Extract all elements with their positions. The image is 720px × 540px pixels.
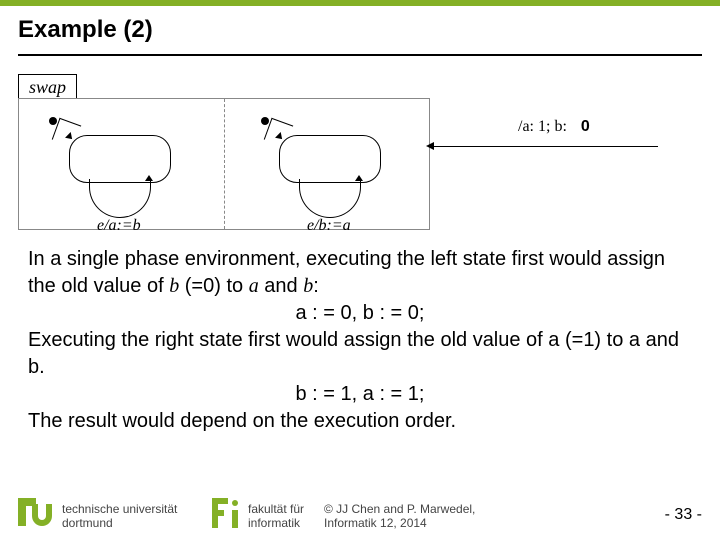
page-title: Example (2) (18, 16, 702, 44)
init-action-text: /a: 1; b: 0 (518, 118, 590, 136)
initial-dot-right (261, 117, 269, 125)
para-1-colon: : (313, 275, 319, 297)
fak-line1: fakultät für (248, 502, 304, 516)
arrowhead-icon (355, 175, 363, 181)
body-text: In a single phase environment, executing… (0, 234, 720, 435)
arrowhead-icon (426, 142, 434, 150)
uni-line1: technische universität (62, 502, 177, 516)
selfloop-right (299, 179, 361, 218)
fi-logo-icon (212, 498, 242, 528)
var-b: b (169, 275, 179, 297)
title-area: Example (2) (0, 6, 720, 50)
figure: swap e/a:=b e/b:=a /a: 1; b: 0 (18, 74, 702, 234)
var-a: a (249, 275, 259, 297)
uni-line2: dortmund (62, 516, 113, 530)
para-3: The result would depend on the execution… (28, 410, 456, 432)
code-line-2: b : = 1, a : = 1; (28, 381, 692, 408)
footer: technische universität dortmund fakultät… (0, 496, 720, 540)
para-2: Executing the right state first would as… (28, 329, 679, 378)
copyright: © JJ Chen and P. Marwedel, Informatik 12… (324, 502, 475, 531)
state-right (279, 135, 381, 183)
faculty-name: fakultät für informatik (248, 502, 304, 531)
selfloop-left (89, 179, 151, 218)
title-rule (18, 54, 702, 56)
copy-line2: Informatik 12, 2014 (324, 516, 427, 530)
var-b2: b (303, 275, 313, 297)
transition-label-right: e/b:=a (307, 217, 351, 235)
tu-logo-icon (18, 498, 56, 528)
init-action-label: /a: 1; b: (518, 118, 567, 135)
para-1a: In a single phase environment, executing… (28, 248, 665, 297)
page-number: - 33 - (665, 506, 702, 524)
university-name: technische universität dortmund (62, 502, 177, 531)
transition-label-left: e/a:=b (97, 217, 141, 235)
init-arrow-line (430, 146, 658, 147)
copy-line1: © JJ Chen and P. Marwedel, (324, 502, 475, 516)
dashed-divider (224, 99, 225, 229)
swap-label: swap (18, 74, 77, 101)
fak-line2: informatik (248, 516, 300, 530)
code-line-1: a : = 0, b : = 0; (28, 300, 692, 327)
statechart-outer: e/a:=b e/b:=a (18, 98, 430, 230)
arrowhead-icon (145, 175, 153, 181)
para-1-and: and (259, 275, 303, 297)
state-left (69, 135, 171, 183)
init-action-value: 0 (581, 118, 590, 135)
para-1-mid: (=0) to (179, 275, 248, 297)
initial-dot-left (49, 117, 57, 125)
